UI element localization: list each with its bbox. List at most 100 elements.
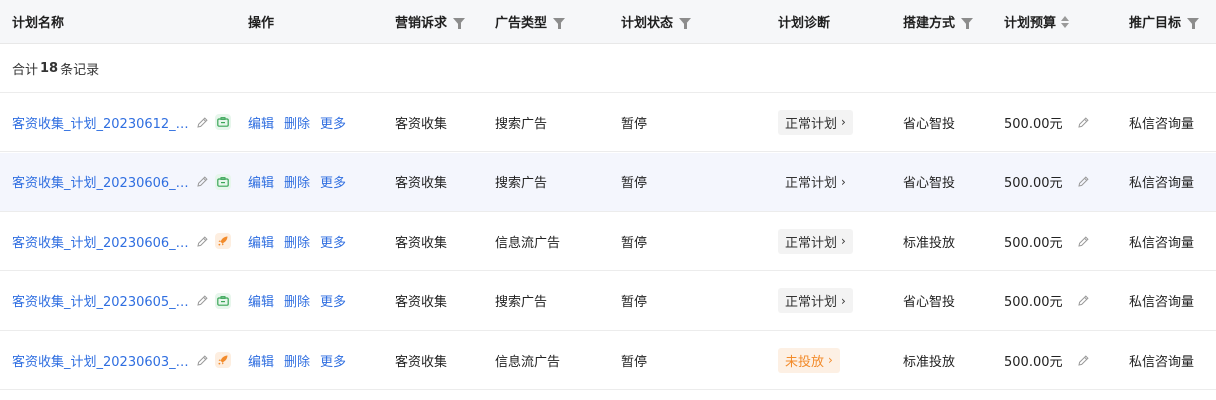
goal-cell: 私信咨询量	[1129, 295, 1195, 310]
budget-cell: 500.00元	[1004, 212, 1090, 270]
edit-button[interactable]: 编辑	[248, 113, 274, 132]
plan-name-cell: 客资收集_计划_20230606_1...	[12, 212, 231, 270]
edit-button[interactable]: 编辑	[248, 172, 274, 191]
pencil-icon[interactable]	[1077, 235, 1090, 248]
diagnosis-cell: 正常计划 ›	[778, 93, 853, 151]
budget-value: 500.00元	[1004, 235, 1063, 251]
filter-icon[interactable]	[453, 18, 466, 29]
plan-name-link[interactable]: 客资收集_计划_20230603_1...	[12, 351, 190, 370]
rocket-icon	[215, 352, 231, 368]
plan-name-cell: 客资收集_计划_20230603_1...	[12, 331, 231, 389]
diagnosis-badge[interactable]: 正常计划 ›	[778, 288, 853, 313]
delete-button[interactable]: 删除	[284, 172, 310, 191]
ad-type-cell: 搜索广告	[495, 176, 548, 191]
plan-name-link[interactable]: 客资收集_计划_20230606_1...	[12, 172, 190, 191]
pencil-icon[interactable]	[1077, 116, 1090, 129]
diagnosis-badge[interactable]: 正常计划 ›	[778, 169, 853, 194]
marketing-cell: 客资收集	[395, 354, 448, 370]
filter-icon[interactable]	[1187, 18, 1200, 29]
col-budget: 计划预算	[1004, 0, 1070, 43]
plan-name-link[interactable]: 客资收集_计划_20230605_1...	[12, 291, 190, 310]
pencil-icon[interactable]	[196, 116, 209, 129]
ad-type-cell: 信息流广告	[495, 235, 561, 251]
diagnosis-label: 正常计划	[785, 295, 838, 310]
chevron-right-icon: ›	[828, 353, 833, 367]
marketing-cell: 客资收集	[395, 116, 448, 132]
search-ad-icon	[215, 292, 231, 309]
edit-button[interactable]: 编辑	[248, 232, 274, 251]
operations-cell: 编辑 删除 更多	[248, 153, 356, 211]
more-button[interactable]: 更多	[320, 113, 346, 132]
edit-button[interactable]: 编辑	[248, 351, 274, 370]
filter-icon[interactable]	[961, 18, 974, 29]
delete-button[interactable]: 删除	[284, 113, 310, 132]
pencil-icon[interactable]	[1077, 175, 1090, 188]
plan-name-link[interactable]: 客资收集_计划_20230606_1...	[12, 232, 190, 251]
budget-cell: 500.00元	[1004, 93, 1090, 151]
budget-cell: 500.00元	[1004, 331, 1090, 389]
col-diagnosis: 计划诊断	[778, 16, 831, 31]
diagnosis-badge[interactable]: 正常计划 ›	[778, 109, 853, 135]
status-cell: 暂停	[621, 235, 648, 251]
table-row[interactable]: 客资收集_计划_20230606_1... 编辑 删除 更多 客资收集 搜索广告 暂停 正常计…	[0, 152, 1216, 212]
col-build-mode: 搭建方式	[903, 0, 974, 43]
more-button[interactable]: 更多	[320, 291, 346, 310]
budget-value: 500.00元	[1004, 116, 1063, 132]
col-plan-name: 计划名称	[12, 16, 65, 31]
diagnosis-cell: 正常计划 ›	[778, 212, 853, 270]
table-row[interactable]: 客资收集_计划_20230606_1... 编辑 删除 更多 客资收集 信息流广告 暂停 正常…	[0, 212, 1216, 271]
budget-cell: 500.00元	[1004, 153, 1090, 211]
table-row[interactable]: 客资收集_计划_20230612_1... 编辑 删除 更多 客资收集 搜索广告 暂停 正常计…	[0, 93, 1216, 152]
diagnosis-badge[interactable]: 正常计划 ›	[778, 228, 853, 254]
search-ad-icon	[215, 173, 231, 190]
record-count: 合计 18 条记录	[12, 60, 100, 78]
diagnosis-badge[interactable]: 未投放 ›	[778, 347, 840, 373]
pencil-icon[interactable]	[196, 294, 209, 307]
goal-cell: 私信咨询量	[1129, 176, 1195, 191]
delete-button[interactable]: 删除	[284, 291, 310, 310]
goal-cell: 私信咨询量	[1129, 116, 1195, 132]
more-button[interactable]: 更多	[320, 232, 346, 251]
pencil-icon[interactable]	[196, 175, 209, 188]
col-status: 计划状态	[621, 0, 692, 43]
plan-table: 计划名称 操作 营销诉求 广告类型 计划状态 计划诊断 搭建方式 计划预算 推广…	[0, 0, 1216, 400]
plan-name-link[interactable]: 客资收集_计划_20230612_1...	[12, 113, 190, 132]
build-mode-cell: 标准投放	[903, 235, 956, 251]
budget-value: 500.00元	[1004, 354, 1063, 370]
table-row[interactable]: 客资收集_计划_20230603_1... 编辑 删除 更多 客资收集 信息流广告 暂停 未投…	[0, 331, 1216, 390]
sort-icon[interactable]	[1061, 15, 1070, 28]
filter-icon[interactable]	[553, 18, 566, 29]
delete-button[interactable]: 删除	[284, 232, 310, 251]
more-button[interactable]: 更多	[320, 351, 346, 370]
summary-row: 合计 18 条记录	[0, 44, 1216, 93]
chevron-right-icon: ›	[841, 115, 846, 129]
build-mode-cell: 省心智投	[903, 176, 956, 191]
plan-name-cell: 客资收集_计划_20230606_1...	[12, 153, 231, 211]
table-header: 计划名称 操作 营销诉求 广告类型 计划状态 计划诊断 搭建方式 计划预算 推广…	[0, 0, 1216, 44]
operations-cell: 编辑 删除 更多	[248, 93, 356, 151]
edit-button[interactable]: 编辑	[248, 291, 274, 310]
table-row[interactable]: 客资收集_计划_20230605_1... 编辑 删除 更多 客资收集 搜索广告 暂停 正常计…	[0, 272, 1216, 331]
chevron-right-icon: ›	[841, 293, 846, 308]
build-mode-cell: 标准投放	[903, 354, 956, 370]
col-marketing: 营销诉求	[395, 0, 466, 43]
plan-name-cell: 客资收集_计划_20230612_1...	[12, 93, 231, 151]
pencil-icon[interactable]	[196, 235, 209, 248]
pencil-icon[interactable]	[1077, 354, 1090, 367]
pencil-icon[interactable]	[196, 354, 209, 367]
more-button[interactable]: 更多	[320, 172, 346, 191]
diagnosis-cell: 未投放 ›	[778, 331, 840, 389]
diagnosis-cell: 正常计划 ›	[778, 153, 853, 211]
diagnosis-label: 正常计划	[785, 116, 838, 132]
status-cell: 暂停	[621, 295, 648, 310]
filter-icon[interactable]	[679, 18, 692, 29]
pencil-icon[interactable]	[1077, 294, 1090, 307]
plan-name-cell: 客资收集_计划_20230605_1...	[12, 272, 231, 330]
budget-value: 500.00元	[1004, 295, 1063, 310]
rocket-icon	[215, 233, 231, 249]
diagnosis-label: 未投放	[785, 354, 825, 370]
marketing-cell: 客资收集	[395, 295, 448, 310]
delete-button[interactable]: 删除	[284, 351, 310, 370]
marketing-cell: 客资收集	[395, 176, 448, 191]
status-cell: 暂停	[621, 354, 648, 370]
